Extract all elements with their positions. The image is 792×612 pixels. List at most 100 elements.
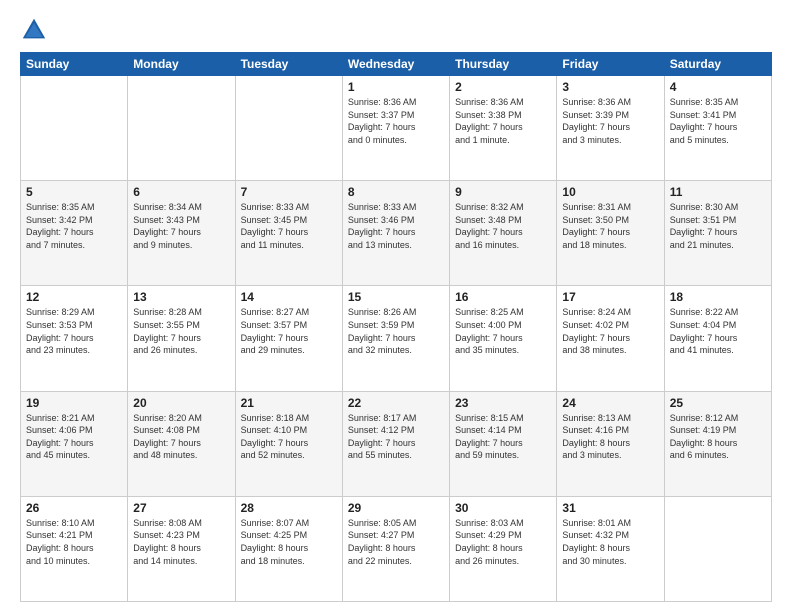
day-number: 24 (562, 396, 658, 410)
day-info: Sunrise: 8:26 AM Sunset: 3:59 PM Dayligh… (348, 306, 444, 356)
day-number: 30 (455, 501, 551, 515)
day-number: 4 (670, 80, 766, 94)
day-info: Sunrise: 8:31 AM Sunset: 3:50 PM Dayligh… (562, 201, 658, 251)
day-number: 9 (455, 185, 551, 199)
calendar-cell: 29 Sunrise: 8:05 AM Sunset: 4:27 PM Dayli… (342, 496, 449, 601)
day-number: 23 (455, 396, 551, 410)
day-info: Sunrise: 8:07 AM Sunset: 4:25 PM Dayligh… (241, 517, 337, 567)
week-row-5: 26 Sunrise: 8:10 AM Sunset: 4:21 PM Dayli… (21, 496, 772, 601)
week-row-3: 12 Sunrise: 8:29 AM Sunset: 3:53 PM Dayli… (21, 286, 772, 391)
day-number: 11 (670, 185, 766, 199)
header (20, 16, 772, 44)
calendar-cell: 21 Sunrise: 8:18 AM Sunset: 4:10 PM Dayli… (235, 391, 342, 496)
calendar-cell (21, 76, 128, 181)
day-info: Sunrise: 8:10 AM Sunset: 4:21 PM Dayligh… (26, 517, 122, 567)
calendar-cell: 8 Sunrise: 8:33 AM Sunset: 3:46 PM Daylig… (342, 181, 449, 286)
calendar-cell: 13 Sunrise: 8:28 AM Sunset: 3:55 PM Dayli… (128, 286, 235, 391)
week-row-1: 1Sunrise: 8:36 AM Sunset: 3:37 PM Daylig… (21, 76, 772, 181)
calendar-cell (128, 76, 235, 181)
day-number: 10 (562, 185, 658, 199)
calendar-cell: 14Sunrise: 8:27 AM Sunset: 3:57 PM Dayli… (235, 286, 342, 391)
day-number: 28 (241, 501, 337, 515)
calendar-cell: 26 Sunrise: 8:10 AM Sunset: 4:21 PM Dayli… (21, 496, 128, 601)
calendar-cell: 19 Sunrise: 8:21 AM Sunset: 4:06 PM Dayli… (21, 391, 128, 496)
day-info: Sunrise: 8:33 AM Sunset: 3:46 PM Dayligh… (348, 201, 444, 251)
calendar-cell: 22 Sunrise: 8:17 AM Sunset: 4:12 PM Dayli… (342, 391, 449, 496)
day-info: Sunrise: 8:29 AM Sunset: 3:53 PM Dayligh… (26, 306, 122, 356)
week-row-2: 5 Sunrise: 8:35 AM Sunset: 3:42 PM Daylig… (21, 181, 772, 286)
day-info: Sunrise: 8:33 AM Sunset: 3:45 PM Dayligh… (241, 201, 337, 251)
day-info: Sunrise: 8:36 AM Sunset: 3:38 PM Dayligh… (455, 96, 551, 146)
calendar-cell: 4 Sunrise: 8:35 AM Sunset: 3:41 PM Daylig… (664, 76, 771, 181)
day-info: Sunrise: 8:35 AM Sunset: 3:41 PM Dayligh… (670, 96, 766, 146)
day-number: 8 (348, 185, 444, 199)
calendar-cell: 10 Sunrise: 8:31 AM Sunset: 3:50 PM Dayli… (557, 181, 664, 286)
calendar-cell: 23 Sunrise: 8:15 AM Sunset: 4:14 PM Dayli… (450, 391, 557, 496)
day-number: 7 (241, 185, 337, 199)
day-number: 27 (133, 501, 229, 515)
day-info: Sunrise: 8:22 AM Sunset: 4:04 PM Dayligh… (670, 306, 766, 356)
weekday-header-friday: Friday (557, 53, 664, 76)
calendar-cell: 15 Sunrise: 8:26 AM Sunset: 3:59 PM Dayli… (342, 286, 449, 391)
calendar-cell (235, 76, 342, 181)
calendar-cell: 7 Sunrise: 8:33 AM Sunset: 3:45 PM Daylig… (235, 181, 342, 286)
day-info: Sunrise: 8:36 AM Sunset: 3:39 PM Dayligh… (562, 96, 658, 146)
day-info: Sunrise: 8:05 AM Sunset: 4:27 PM Dayligh… (348, 517, 444, 567)
day-number: 26 (26, 501, 122, 515)
day-info: Sunrise: 8:08 AM Sunset: 4:23 PM Dayligh… (133, 517, 229, 567)
calendar-cell: 28 Sunrise: 8:07 AM Sunset: 4:25 PM Dayli… (235, 496, 342, 601)
day-number: 19 (26, 396, 122, 410)
calendar-cell: 11 Sunrise: 8:30 AM Sunset: 3:51 PM Dayli… (664, 181, 771, 286)
calendar-cell: 18 Sunrise: 8:22 AM Sunset: 4:04 PM Dayli… (664, 286, 771, 391)
day-info: Sunrise: 8:32 AM Sunset: 3:48 PM Dayligh… (455, 201, 551, 251)
day-info: Sunrise: 8:17 AM Sunset: 4:12 PM Dayligh… (348, 412, 444, 462)
day-number: 16 (455, 290, 551, 304)
day-number: 15 (348, 290, 444, 304)
day-info: Sunrise: 8:24 AM Sunset: 4:02 PM Dayligh… (562, 306, 658, 356)
day-info: Sunrise: 8:21 AM Sunset: 4:06 PM Dayligh… (26, 412, 122, 462)
day-number: 22 (348, 396, 444, 410)
day-number: 20 (133, 396, 229, 410)
page: SundayMondayTuesdayWednesdayThursdayFrid… (0, 0, 792, 612)
calendar-cell: 17 Sunrise: 8:24 AM Sunset: 4:02 PM Dayli… (557, 286, 664, 391)
day-number: 6 (133, 185, 229, 199)
calendar-cell: 3 Sunrise: 8:36 AM Sunset: 3:39 PM Daylig… (557, 76, 664, 181)
calendar-cell: 25Sunrise: 8:12 AM Sunset: 4:19 PM Dayli… (664, 391, 771, 496)
day-number: 14 (241, 290, 337, 304)
day-info: Sunrise: 8:36 AM Sunset: 3:37 PM Dayligh… (348, 96, 444, 146)
day-number: 17 (562, 290, 658, 304)
calendar-cell: 31 Sunrise: 8:01 AM Sunset: 4:32 PM Dayli… (557, 496, 664, 601)
week-row-4: 19 Sunrise: 8:21 AM Sunset: 4:06 PM Dayli… (21, 391, 772, 496)
weekday-header-saturday: Saturday (664, 53, 771, 76)
day-info: Sunrise: 8:28 AM Sunset: 3:55 PM Dayligh… (133, 306, 229, 356)
day-info: Sunrise: 8:15 AM Sunset: 4:14 PM Dayligh… (455, 412, 551, 462)
day-number: 13 (133, 290, 229, 304)
day-number: 2 (455, 80, 551, 94)
day-number: 3 (562, 80, 658, 94)
calendar-cell: 12 Sunrise: 8:29 AM Sunset: 3:53 PM Dayli… (21, 286, 128, 391)
day-number: 5 (26, 185, 122, 199)
day-info: Sunrise: 8:34 AM Sunset: 3:43 PM Dayligh… (133, 201, 229, 251)
weekday-header-row: SundayMondayTuesdayWednesdayThursdayFrid… (21, 53, 772, 76)
day-info: Sunrise: 8:20 AM Sunset: 4:08 PM Dayligh… (133, 412, 229, 462)
day-info: Sunrise: 8:01 AM Sunset: 4:32 PM Dayligh… (562, 517, 658, 567)
day-info: Sunrise: 8:12 AM Sunset: 4:19 PM Dayligh… (670, 412, 766, 462)
calendar-cell: 1Sunrise: 8:36 AM Sunset: 3:37 PM Daylig… (342, 76, 449, 181)
calendar-cell: 30Sunrise: 8:03 AM Sunset: 4:29 PM Dayli… (450, 496, 557, 601)
day-info: Sunrise: 8:30 AM Sunset: 3:51 PM Dayligh… (670, 201, 766, 251)
weekday-header-sunday: Sunday (21, 53, 128, 76)
day-info: Sunrise: 8:13 AM Sunset: 4:16 PM Dayligh… (562, 412, 658, 462)
day-number: 18 (670, 290, 766, 304)
calendar-cell: 2 Sunrise: 8:36 AM Sunset: 3:38 PM Daylig… (450, 76, 557, 181)
logo (20, 16, 52, 44)
day-info: Sunrise: 8:35 AM Sunset: 3:42 PM Dayligh… (26, 201, 122, 251)
logo-icon (20, 16, 48, 44)
day-number: 29 (348, 501, 444, 515)
day-info: Sunrise: 8:18 AM Sunset: 4:10 PM Dayligh… (241, 412, 337, 462)
day-number: 21 (241, 396, 337, 410)
weekday-header-tuesday: Tuesday (235, 53, 342, 76)
day-number: 12 (26, 290, 122, 304)
day-number: 31 (562, 501, 658, 515)
weekday-header-wednesday: Wednesday (342, 53, 449, 76)
calendar-cell: 16Sunrise: 8:25 AM Sunset: 4:00 PM Dayli… (450, 286, 557, 391)
